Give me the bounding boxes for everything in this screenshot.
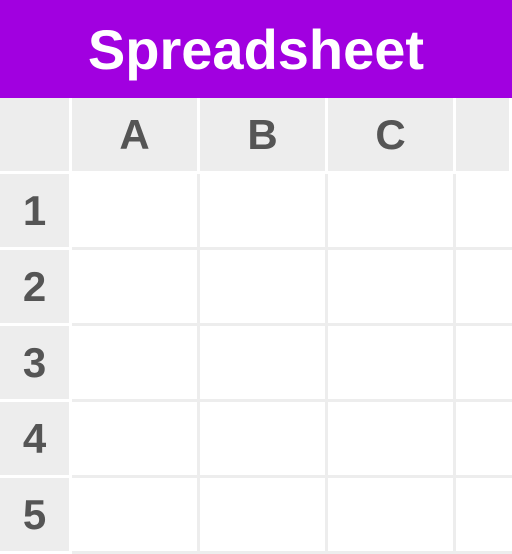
cell-c5[interactable] bbox=[328, 478, 456, 554]
cell-a4[interactable] bbox=[72, 402, 200, 478]
column-header-a[interactable]: A bbox=[72, 98, 200, 174]
row-header-4[interactable]: 4 bbox=[0, 402, 72, 478]
column-header-c[interactable]: C bbox=[328, 98, 456, 174]
cell-extra-4[interactable] bbox=[456, 402, 512, 478]
column-header-b[interactable]: B bbox=[200, 98, 328, 174]
cell-b2[interactable] bbox=[200, 250, 328, 326]
table-row: 2 bbox=[0, 250, 512, 326]
cell-a5[interactable] bbox=[72, 478, 200, 554]
cell-extra-1[interactable] bbox=[456, 174, 512, 250]
cell-extra-2[interactable] bbox=[456, 250, 512, 326]
cell-extra-5[interactable] bbox=[456, 478, 512, 554]
cell-b4[interactable] bbox=[200, 402, 328, 478]
cell-b3[interactable] bbox=[200, 326, 328, 402]
cell-a1[interactable] bbox=[72, 174, 200, 250]
table-row: 1 bbox=[0, 174, 512, 250]
table-row: 4 bbox=[0, 402, 512, 478]
cell-a2[interactable] bbox=[72, 250, 200, 326]
table-row: 3 bbox=[0, 326, 512, 402]
app-title: Spreadsheet bbox=[88, 17, 424, 82]
cell-c3[interactable] bbox=[328, 326, 456, 402]
cell-c1[interactable] bbox=[328, 174, 456, 250]
row-header-1[interactable]: 1 bbox=[0, 174, 72, 250]
cell-a3[interactable] bbox=[72, 326, 200, 402]
cell-extra-3[interactable] bbox=[456, 326, 512, 402]
row-header-5[interactable]: 5 bbox=[0, 478, 72, 554]
column-header-row: A B C bbox=[0, 98, 512, 174]
table-row: 5 bbox=[0, 478, 512, 554]
column-header-extra[interactable] bbox=[456, 98, 512, 174]
select-all-corner[interactable] bbox=[0, 98, 72, 174]
cell-b5[interactable] bbox=[200, 478, 328, 554]
cell-b1[interactable] bbox=[200, 174, 328, 250]
spreadsheet-grid: A B C 1 2 3 4 5 bbox=[0, 98, 512, 554]
app-header: Spreadsheet bbox=[0, 0, 512, 98]
cell-c2[interactable] bbox=[328, 250, 456, 326]
cell-c4[interactable] bbox=[328, 402, 456, 478]
row-header-3[interactable]: 3 bbox=[0, 326, 72, 402]
row-header-2[interactable]: 2 bbox=[0, 250, 72, 326]
